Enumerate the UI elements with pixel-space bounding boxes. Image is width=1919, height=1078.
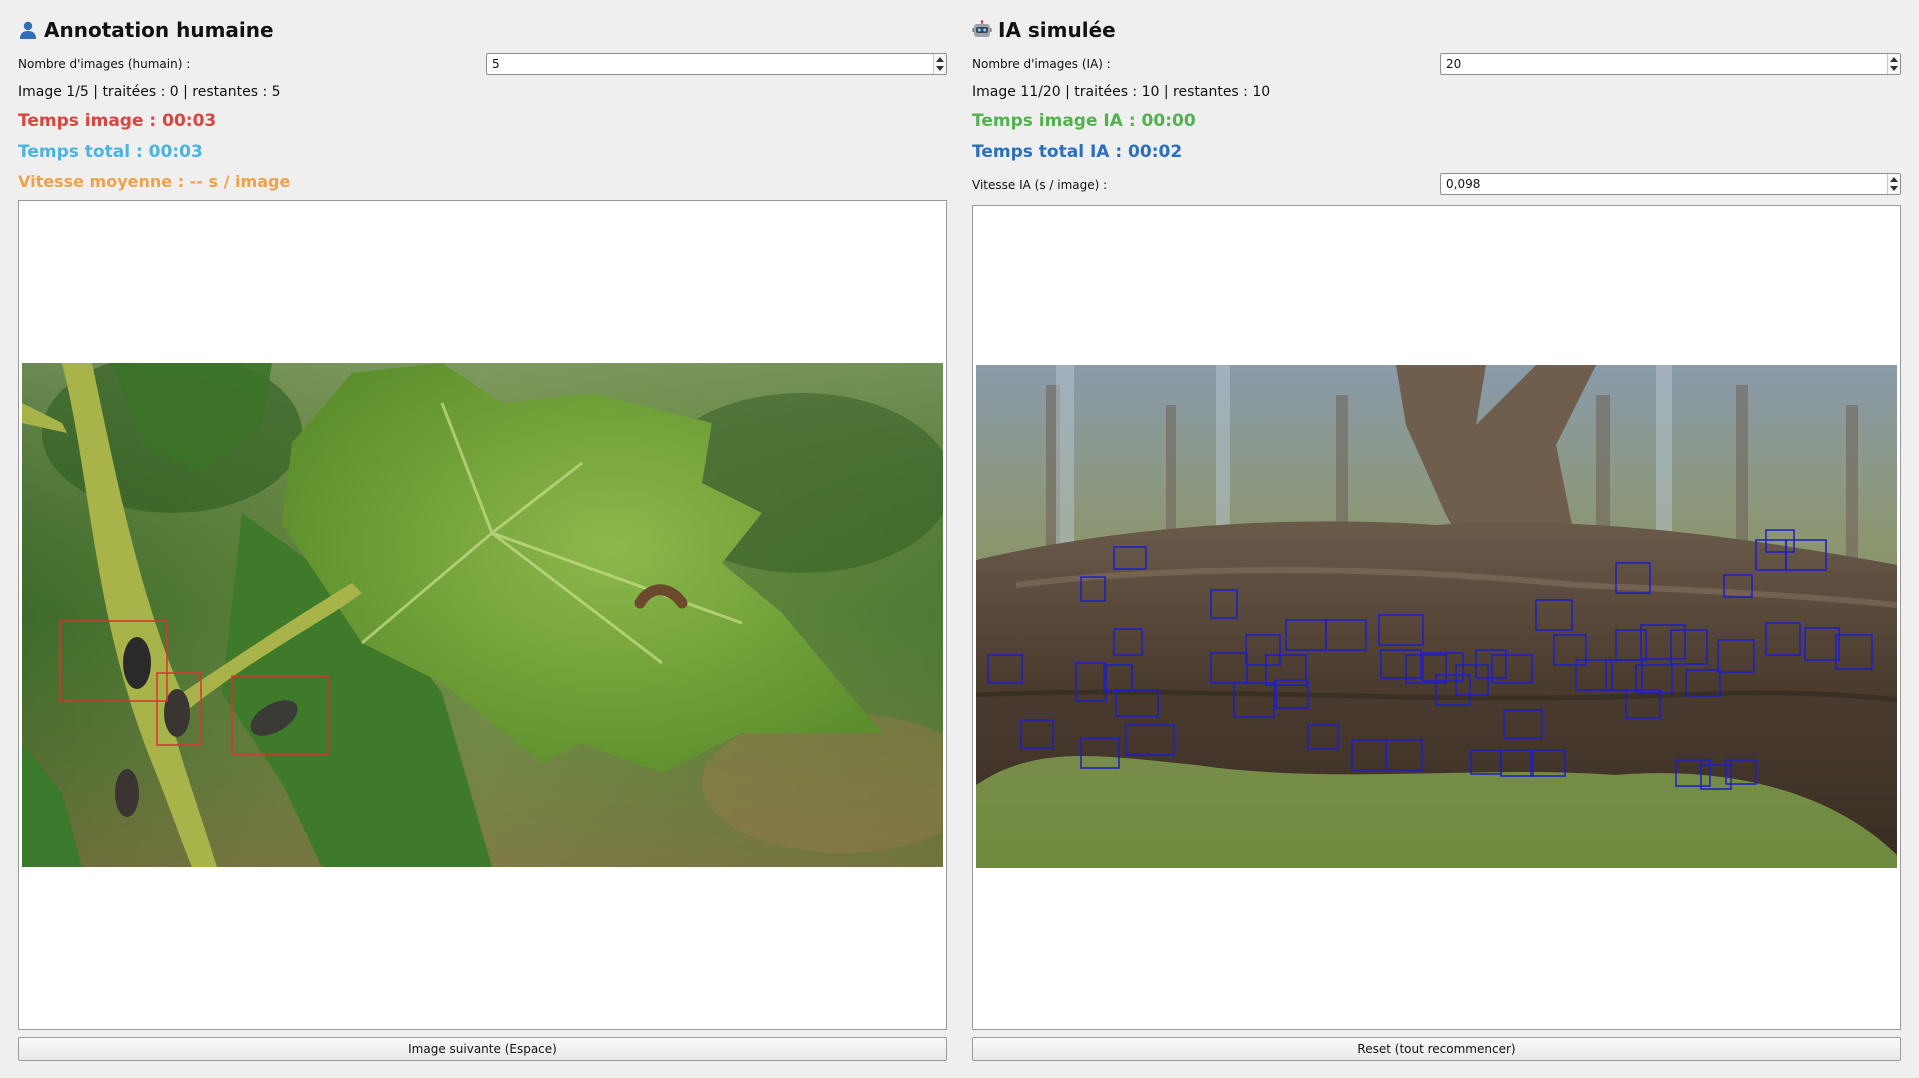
human-count-value: 5 bbox=[492, 57, 500, 71]
human-time-image: Temps image : 00:03 bbox=[18, 111, 217, 131]
human-title-text: Annotation humaine bbox=[44, 18, 274, 42]
ai-count-value: 20 bbox=[1446, 57, 1462, 71]
next-image-button[interactable]: Image suivante (Espace) bbox=[18, 1037, 947, 1061]
ai-count-label: Nombre d'images (IA) : bbox=[972, 57, 1111, 71]
ai-image-view[interactable] bbox=[972, 205, 1901, 1030]
human-count-spinbox[interactable]: 5 bbox=[486, 53, 947, 75]
spin-arrows-icon[interactable] bbox=[1887, 54, 1900, 74]
ai-speed-label: Vitesse IA (s / image) : bbox=[972, 178, 1108, 192]
spin-arrows-icon[interactable] bbox=[933, 54, 946, 74]
human-image-view[interactable] bbox=[18, 200, 947, 1030]
ai-count-spinbox[interactable]: 20 bbox=[1440, 53, 1901, 75]
user-icon bbox=[18, 20, 38, 40]
human-panel: Annotation humaine Nombre d'images (huma… bbox=[18, 0, 948, 1078]
ai-photo[interactable] bbox=[976, 365, 1897, 868]
human-title: Annotation humaine bbox=[18, 18, 274, 42]
ai-speed-value: 0,098 bbox=[1446, 177, 1481, 191]
human-time-total: Temps total : 00:03 bbox=[18, 142, 203, 162]
human-avg-speed: Vitesse moyenne : -- s / image bbox=[18, 172, 291, 191]
human-progress-text: Image 1/5 | traitées : 0 | restantes : 5 bbox=[18, 84, 281, 100]
ai-panel: IA simulée Nombre d'images (IA) : 20 Ima… bbox=[972, 0, 1902, 1078]
robot-icon bbox=[972, 20, 992, 40]
reset-button[interactable]: Reset (tout recommencer) bbox=[972, 1037, 1901, 1061]
ai-time-image: Temps image IA : 00:00 bbox=[972, 111, 1196, 131]
human-photo[interactable] bbox=[22, 363, 943, 867]
ai-title: IA simulée bbox=[972, 18, 1116, 42]
ai-speed-spinbox[interactable]: 0,098 bbox=[1440, 173, 1901, 195]
human-count-label: Nombre d'images (humain) : bbox=[18, 57, 191, 71]
ai-time-total: Temps total IA : 00:02 bbox=[972, 142, 1183, 162]
spin-arrows-icon[interactable] bbox=[1887, 174, 1900, 194]
ai-title-text: IA simulée bbox=[998, 18, 1116, 42]
ai-progress-text: Image 11/20 | traitées : 10 | restantes … bbox=[972, 84, 1271, 100]
